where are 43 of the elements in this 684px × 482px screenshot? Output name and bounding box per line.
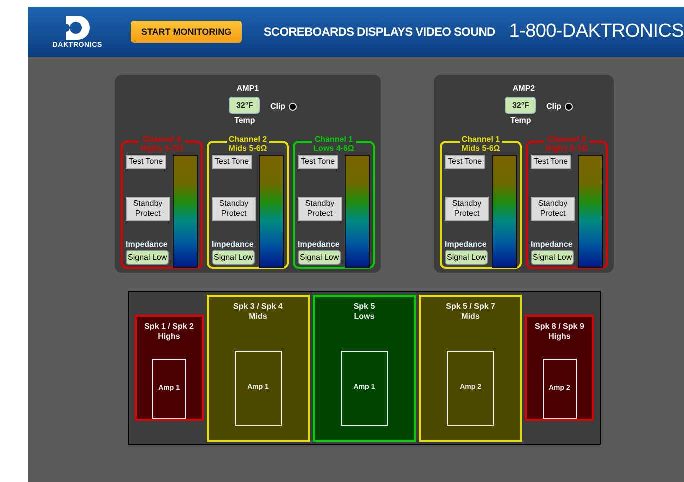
amp-title: AMP2 bbox=[512, 84, 536, 93]
temp-label: Temp bbox=[510, 116, 532, 125]
speaker-name: Spk 5 Lows bbox=[354, 302, 376, 322]
standby-protect-button[interactable]: Standby Protect bbox=[531, 197, 575, 221]
signal-low-indicator: Signal Low bbox=[212, 250, 256, 265]
standby-protect-button[interactable]: Standby Protect bbox=[445, 197, 489, 221]
channel-title: Channel 3 Highs 5-7Ω bbox=[138, 135, 186, 153]
channel-title: Channel 2 Mids 5-6Ω bbox=[226, 135, 270, 153]
channel-title: Channel 1 Mids 5-6Ω bbox=[460, 135, 502, 153]
impedance-label: Impedance bbox=[531, 240, 573, 249]
standby-protect-button[interactable]: Standby Protect bbox=[126, 197, 170, 221]
standby-protect-button[interactable]: Standby Protect bbox=[298, 197, 342, 221]
temp-label: Temp bbox=[234, 116, 256, 125]
temperature-display: 32°F bbox=[229, 97, 260, 114]
impedance-label: Impedance bbox=[126, 240, 168, 249]
amp-title: AMP1 bbox=[236, 84, 260, 93]
test-tone-button[interactable]: Test Tone bbox=[126, 155, 166, 169]
impedance-label: Impedance bbox=[445, 240, 487, 249]
channel-title: Channel 1 Lows 4-6Ω bbox=[312, 135, 356, 153]
tagline: SCOREBOARDS DISPLAYS VIDEO SOUND bbox=[264, 25, 496, 39]
channel-title: Channel 3 Highs 5-7Ω bbox=[544, 135, 590, 153]
test-tone-button[interactable]: Test Tone bbox=[445, 155, 486, 169]
clip-label: Clip bbox=[546, 102, 562, 111]
speaker-name: Spk 5 / Spk 7 Mids bbox=[446, 302, 496, 322]
start-monitoring-button[interactable]: START MONITORING bbox=[131, 21, 242, 43]
signal-low-indicator: Signal Low bbox=[126, 250, 170, 265]
test-tone-button[interactable]: Test Tone bbox=[298, 155, 338, 169]
speaker-name: Spk 1 / Spk 2 Highs bbox=[144, 322, 194, 342]
clip-indicator bbox=[288, 102, 297, 110]
impedance-label: Impedance bbox=[298, 240, 340, 249]
signal-low-indicator: Signal Low bbox=[445, 250, 488, 265]
standby-protect-button[interactable]: Standby Protect bbox=[212, 197, 256, 221]
phone-number: 1-800-DAKTRONICS bbox=[509, 21, 684, 43]
clip-indicator bbox=[564, 102, 573, 110]
speaker-name: Spk 3 / Spk 4 Mids bbox=[234, 302, 283, 322]
impedance-label: Impedance bbox=[212, 240, 254, 249]
clip-label: Clip bbox=[270, 102, 286, 111]
signal-low-indicator: Signal Low bbox=[531, 250, 574, 265]
signal-low-indicator: Signal Low bbox=[298, 250, 342, 265]
test-tone-button[interactable]: Test Tone bbox=[212, 155, 252, 169]
test-tone-button[interactable]: Test Tone bbox=[531, 155, 572, 169]
speaker-name: Spk 8 / Spk 9 Highs bbox=[535, 322, 584, 342]
temperature-display: 32°F bbox=[505, 97, 536, 114]
